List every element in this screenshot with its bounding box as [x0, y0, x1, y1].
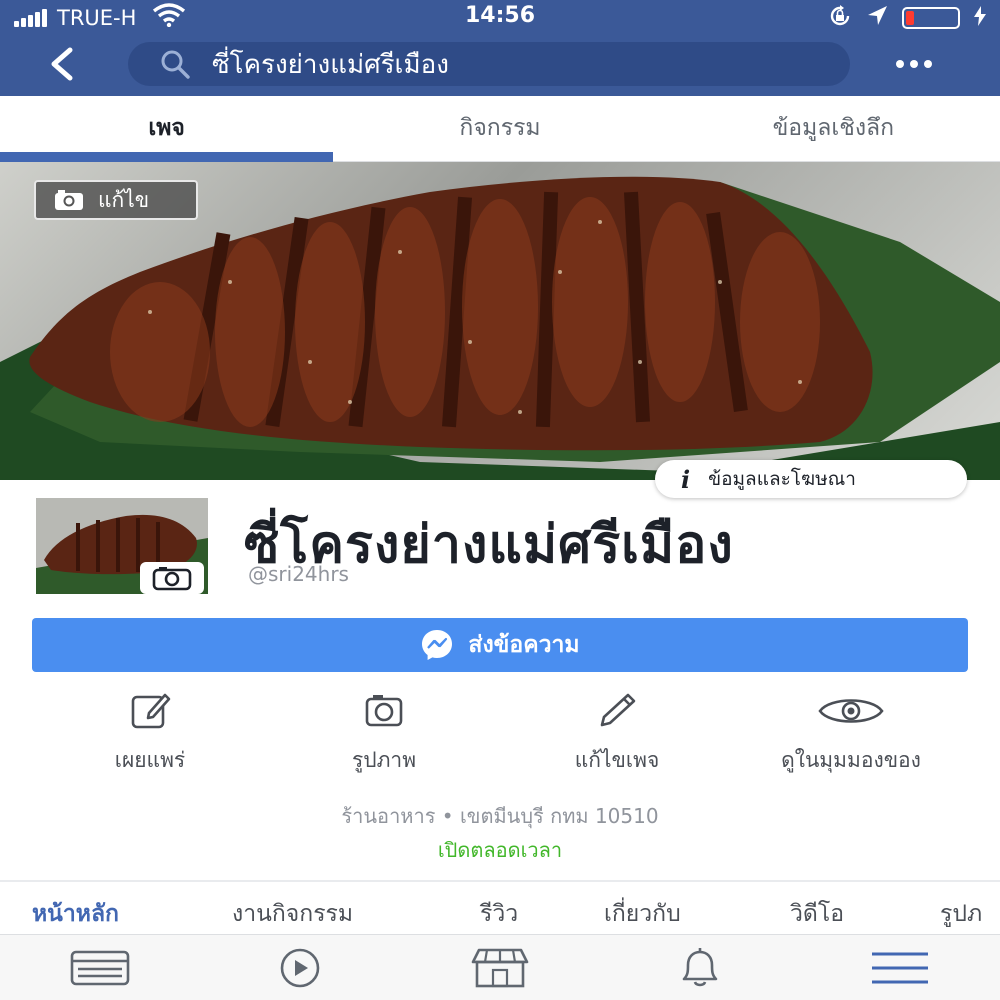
- location-arrow-icon: [866, 5, 888, 31]
- publish-button[interactable]: เผยแพร่: [30, 686, 270, 777]
- category-and-location: ร้านอาหาร • เขตมีนบุรี กทม 10510: [341, 804, 659, 828]
- photos-button[interactable]: รูปภาพ: [264, 686, 504, 777]
- page-actions-row: เผยแพร่ รูปภาพ แก้ไขเพจ ดูในมุมมองของ: [0, 686, 1000, 776]
- tab-about[interactable]: เกี่ยวกับ: [604, 896, 681, 932]
- search-icon: [161, 50, 190, 79]
- send-message-button[interactable]: ส่งข้อความ: [32, 618, 968, 672]
- page-username: @sri24hrs: [248, 562, 349, 586]
- camera-icon: [152, 567, 192, 591]
- active-tab-indicator: [0, 152, 333, 162]
- more-icon-dot: [896, 60, 904, 68]
- page-section-tabs: หน้าหลัก งานกิจกรรม รีวิว เกี่ยวกับ วิดี…: [0, 896, 1000, 934]
- notifications-button[interactable]: [660, 945, 740, 991]
- change-profile-picture-button[interactable]: [140, 562, 204, 594]
- news-feed-button[interactable]: [60, 945, 140, 991]
- camera-icon: [55, 190, 83, 210]
- tab-insights[interactable]: ข้อมูลเชิงลึก: [667, 96, 1000, 161]
- marketplace-icon: [471, 948, 529, 988]
- video-play-icon: [280, 948, 320, 988]
- opening-hours: เปิดตลอดเวลา: [437, 838, 563, 862]
- info-and-ads-label: ข้อมูลและโฆษณา: [708, 468, 856, 490]
- bottom-navigation-bar: [0, 934, 1000, 1000]
- navigation-bar: ซี่โครงย่างแม่ศรีเมือง: [0, 32, 1000, 96]
- status-right: [828, 4, 986, 32]
- battery-icon: [902, 7, 960, 29]
- camera-icon: [365, 695, 403, 727]
- notifications-bell-icon: [682, 948, 718, 987]
- view-as-label: ดูในมุมมองของ: [781, 748, 921, 772]
- charging-bolt-icon: [974, 6, 986, 30]
- send-message-label: ส่งข้อความ: [468, 632, 580, 658]
- battery-level: [906, 11, 914, 25]
- search-text: ซี่โครงย่างแม่ศรีเมือง: [212, 49, 449, 80]
- more-button[interactable]: [884, 44, 944, 84]
- orientation-lock-icon: [828, 4, 852, 32]
- news-feed-icon: [70, 950, 130, 986]
- photos-label: รูปภาพ: [351, 748, 417, 772]
- watch-button[interactable]: [260, 945, 340, 991]
- eye-icon: [818, 699, 884, 723]
- tab-events[interactable]: งานกิจกรรม: [232, 896, 353, 932]
- info-icon: i: [681, 464, 691, 494]
- edit-page-button[interactable]: แก้ไขเพจ: [497, 686, 737, 777]
- section-divider: [0, 880, 1000, 882]
- messenger-icon: [422, 630, 453, 660]
- menu-icon: [872, 952, 928, 984]
- status-bar: TRUE-H 14:56: [0, 0, 1000, 32]
- edit-page-label: แก้ไขเพจ: [574, 748, 660, 772]
- tab-home[interactable]: หน้าหลัก: [32, 896, 119, 932]
- more-icon-dot: [924, 60, 932, 68]
- more-icon-dot: [910, 60, 918, 68]
- back-button[interactable]: [40, 42, 84, 86]
- publish-label: เผยแพร่: [114, 748, 186, 772]
- compose-icon: [131, 693, 171, 729]
- pencil-icon: [600, 693, 636, 727]
- edit-cover-button[interactable]: แก้ไข: [34, 180, 198, 220]
- search-bar[interactable]: ซี่โครงย่างแม่ศรีเมือง: [128, 42, 850, 86]
- edit-cover-label: แก้ไข: [98, 187, 150, 212]
- menu-button[interactable]: [860, 945, 940, 991]
- tab-videos[interactable]: วิดีโอ: [790, 896, 844, 932]
- tab-reviews[interactable]: รีวิว: [480, 896, 518, 932]
- info-and-ads-button[interactable]: i ข้อมูลและโฆษณา: [655, 460, 967, 498]
- marketplace-button[interactable]: [460, 945, 540, 991]
- back-icon: [51, 47, 73, 81]
- tab-activity[interactable]: กิจกรรม: [333, 96, 666, 161]
- view-as-button[interactable]: ดูในมุมมองของ: [731, 686, 971, 777]
- tab-photos[interactable]: รูปภ: [940, 896, 982, 932]
